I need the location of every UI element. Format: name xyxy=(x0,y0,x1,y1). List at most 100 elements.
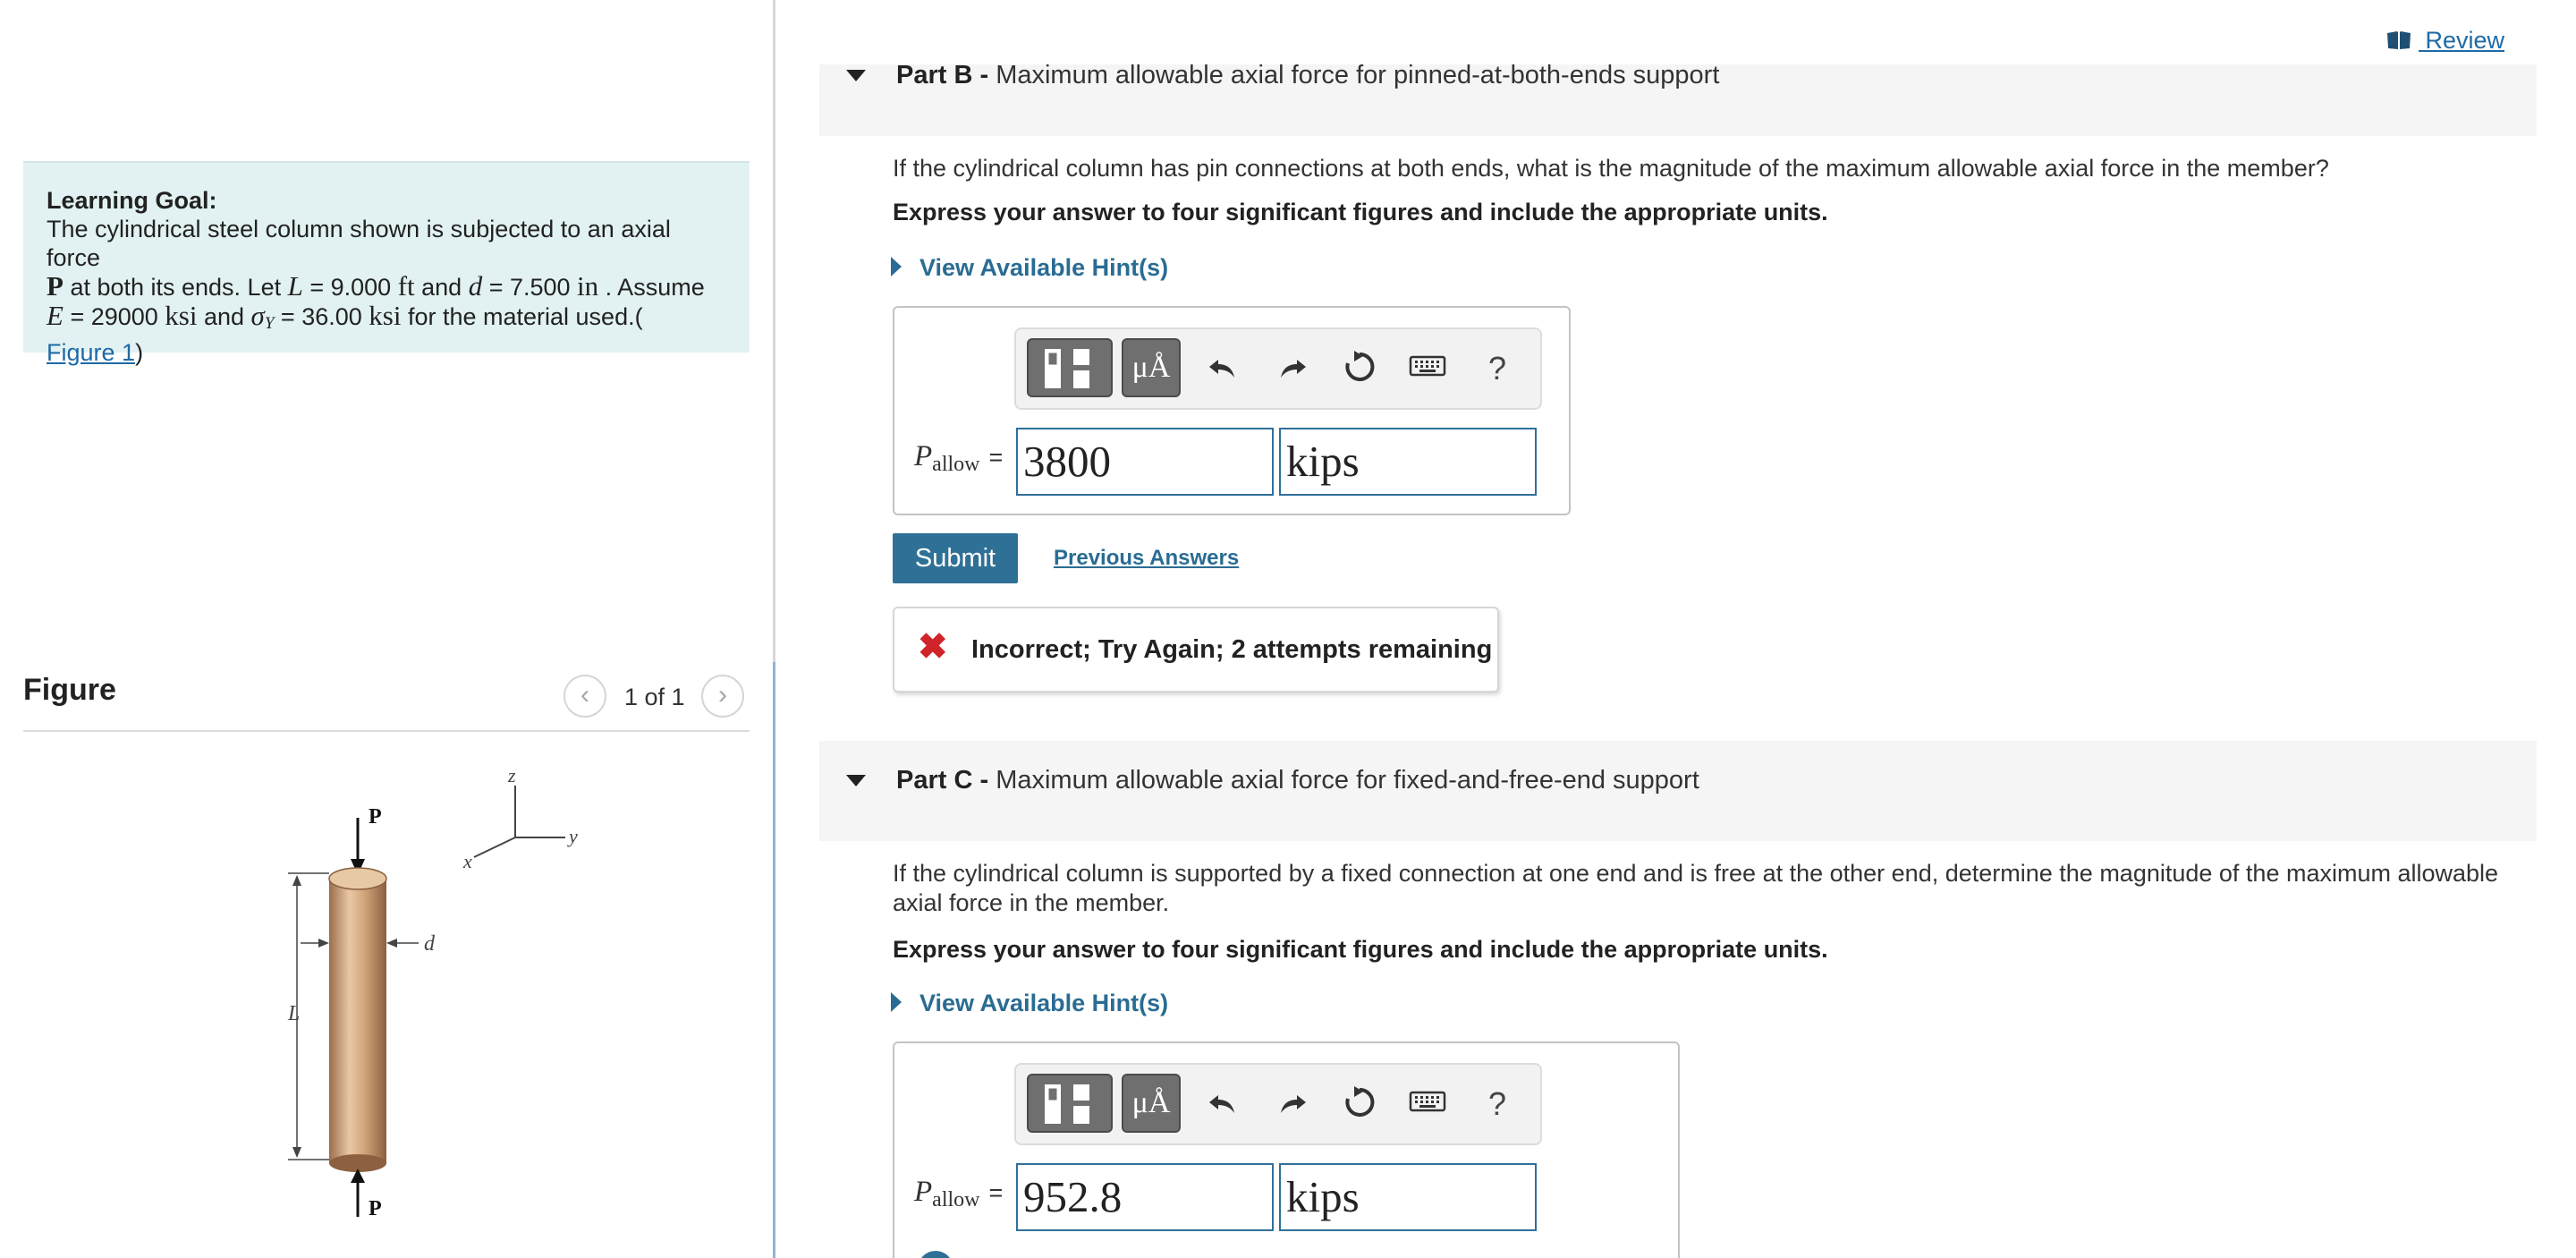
review-link[interactable]: Review xyxy=(2386,27,2504,55)
force-symbol: P xyxy=(47,270,64,302)
book-icon xyxy=(2387,31,2411,49)
part-b-prefix: Part B - xyxy=(896,61,996,89)
part-c-hint-toggle[interactable]: View Available Hint(s) xyxy=(891,990,1168,1017)
part-b-hint-label: View Available Hint(s) xyxy=(919,254,1169,281)
bottom-force-label: P xyxy=(369,1197,382,1220)
review-label: Review xyxy=(2419,27,2505,54)
part-c-value-input[interactable]: 952.8 xyxy=(1016,1163,1274,1231)
part-c-toolbar: μÅ ? xyxy=(1014,1063,1542,1145)
diameter-label: d xyxy=(424,932,436,956)
figure-title: Figure xyxy=(23,673,116,707)
axis-triad xyxy=(473,786,565,858)
column-body xyxy=(329,879,386,1163)
yield-stress-value: = 36.00 xyxy=(274,303,369,330)
part-c-equation-label: Pallow = xyxy=(914,1176,1003,1212)
diameter-arrow-right xyxy=(386,939,397,948)
units-icon[interactable]: μÅ xyxy=(1122,1074,1181,1133)
learning-goal-text: The cylindrical steel column shown is su… xyxy=(47,215,726,367)
length-symbol: L xyxy=(287,270,303,302)
part-b-units-input[interactable]: kips xyxy=(1279,428,1537,496)
part-c-title-text: Maximum allowable axial force for fixed-… xyxy=(996,766,1699,795)
top-force-label: P xyxy=(369,805,382,829)
learning-goal-title: Learning Goal: xyxy=(47,187,217,214)
goal-assume: . Assume xyxy=(598,274,705,301)
feedback-message: Incorrect; Try Again; 2 attempts remaini… xyxy=(971,635,1493,664)
keyboard-icon[interactable] xyxy=(1408,1084,1447,1124)
figure-header: Figure ‹ 1 of 1 › xyxy=(23,669,750,732)
undo-icon[interactable] xyxy=(1204,1084,1243,1124)
undo-icon[interactable] xyxy=(1204,349,1243,388)
figure-1-link[interactable]: Figure 1 xyxy=(47,339,135,366)
part-b-hint-toggle[interactable]: View Available Hint(s) xyxy=(891,254,1168,282)
part-b-question: If the cylindrical column has pin connec… xyxy=(893,155,2329,182)
part-b-header[interactable]: Part B - Maximum allowable axial force f… xyxy=(819,61,2537,136)
help-icon[interactable]: ? xyxy=(1478,349,1517,388)
help-icon[interactable]: ? xyxy=(1478,1084,1517,1124)
part-c-answer-box: μÅ ? Pallow = 952.8 kips xyxy=(893,1041,1680,1258)
expand-triangle-icon xyxy=(891,992,902,1012)
redo-icon[interactable] xyxy=(1272,349,1311,388)
templates-icon[interactable] xyxy=(1027,338,1113,397)
part-b-title-text: Maximum allowable axial force for pinned… xyxy=(996,61,1720,89)
part-b-value-input[interactable]: 3800 xyxy=(1016,428,1274,496)
keyboard-icon[interactable] xyxy=(1408,349,1447,388)
part-c-question: If the cylindrical column is supported b… xyxy=(893,860,2499,916)
p-symbol: P xyxy=(914,1176,933,1208)
goal-and-2: and xyxy=(197,303,251,330)
left-panel: Learning Goal: The cylindrical steel col… xyxy=(0,0,775,1258)
column-top xyxy=(328,867,387,890)
reset-icon[interactable] xyxy=(1340,349,1379,388)
column-figure: z y x P P L d xyxy=(287,764,578,1220)
modulus-value: = 29000 xyxy=(63,303,165,330)
reset-icon[interactable] xyxy=(1340,1084,1379,1124)
part-b-toolbar: μÅ ? xyxy=(1014,327,1542,410)
modulus-unit: ksi xyxy=(165,300,198,331)
goal-text-a: at both its ends. Let xyxy=(63,274,288,301)
yield-stress-symbol: σ xyxy=(250,300,265,331)
collapse-triangle-icon[interactable] xyxy=(846,70,866,81)
part-b-equation-label: Pallow = xyxy=(914,440,1003,477)
modulus-symbol: E xyxy=(47,300,64,331)
equals-sign: = xyxy=(988,1179,1004,1206)
feedback-box: ✖ Incorrect; Try Again; 2 attempts remai… xyxy=(893,607,1499,693)
equals-sign: = xyxy=(988,444,1004,471)
length-label: L xyxy=(287,1002,300,1025)
part-c-units-input[interactable]: kips xyxy=(1279,1163,1537,1231)
part-b-instruction: Express your answer to four significant … xyxy=(893,199,1828,225)
panel-divider-active xyxy=(773,662,775,1258)
learning-goal-box: Learning Goal: The cylindrical steel col… xyxy=(23,161,750,366)
close-icon: ✖ xyxy=(918,627,948,667)
yield-stress-subscript: Y xyxy=(264,314,275,333)
goal-close-paren: ) xyxy=(135,339,144,366)
diameter-symbol: d xyxy=(468,270,483,302)
part-c-prefix: Part C - xyxy=(896,766,996,795)
allow-subscript: allow xyxy=(932,1188,980,1211)
allow-subscript: allow xyxy=(932,453,980,476)
chevron-left-icon[interactable]: ‹ xyxy=(564,675,606,718)
diameter-arrow-left xyxy=(318,939,329,948)
expand-triangle-icon xyxy=(891,257,902,276)
goal-line-1: The cylindrical steel column shown is su… xyxy=(47,216,671,271)
part-c-instruction: Express your answer to four significant … xyxy=(893,936,1828,963)
axis-x-label: x xyxy=(462,850,472,872)
length-value: = 9.000 xyxy=(302,274,398,301)
chevron-right-icon[interactable]: › xyxy=(701,675,744,718)
length-unit: ft xyxy=(397,270,415,302)
diameter-unit: in xyxy=(577,270,599,302)
part-c-hint-label: View Available Hint(s) xyxy=(919,990,1169,1016)
part-c-header[interactable]: Part C - Maximum allowable axial force f… xyxy=(819,741,2537,841)
part-c-title: Part C - Maximum allowable axial force f… xyxy=(896,766,1699,795)
diameter-value: = 7.500 xyxy=(482,274,578,301)
part-b-answer-box: μÅ ? Pallow = 3800 kips xyxy=(893,306,1571,515)
collapse-triangle-icon[interactable] xyxy=(846,775,866,786)
part-b-title: Part B - Maximum allowable axial force f… xyxy=(896,61,1719,90)
templates-icon[interactable] xyxy=(1027,1074,1113,1133)
submit-button[interactable]: Submit xyxy=(893,533,1018,583)
previous-answers-link[interactable]: Previous Answers xyxy=(1054,546,1239,571)
yield-stress-unit: ksi xyxy=(369,300,402,331)
redo-icon[interactable] xyxy=(1272,1084,1311,1124)
p-symbol: P xyxy=(914,440,933,472)
axis-z-label: z xyxy=(507,764,516,786)
goal-and-1: and xyxy=(414,274,469,301)
units-icon[interactable]: μÅ xyxy=(1122,338,1181,397)
